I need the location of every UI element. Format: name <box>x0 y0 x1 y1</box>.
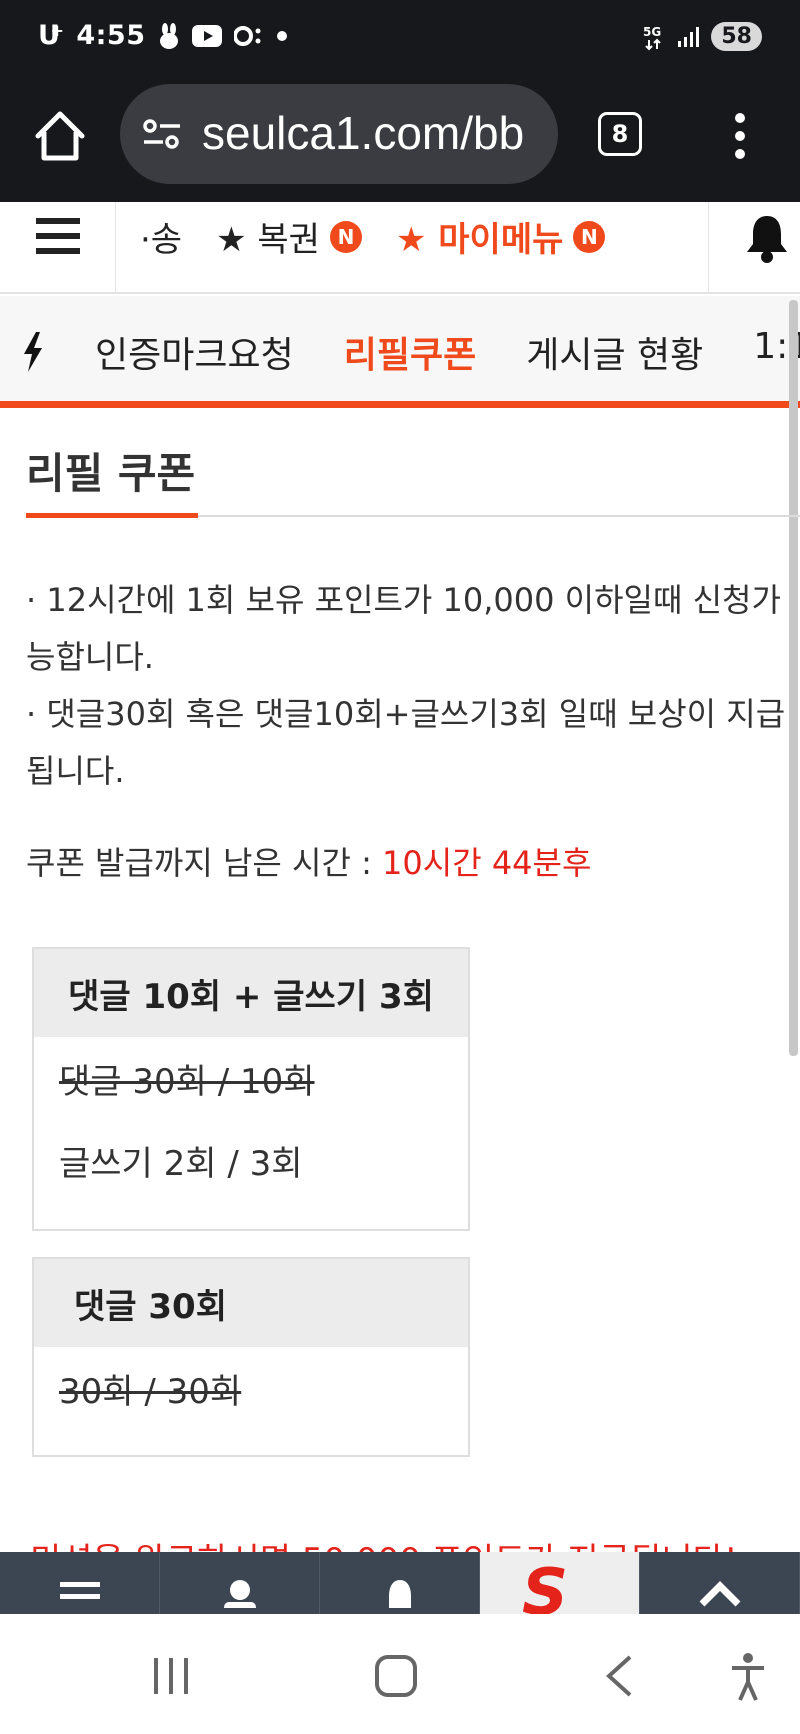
sub-tab-refill-coupon[interactable]: 리필쿠폰 <box>344 326 476 378</box>
chevron-up-icon <box>699 1581 740 1607</box>
coupon-rules: · 12시간에 1회 보유 포인트가 10,000 이하일때 신청가능합니다. … <box>26 572 786 800</box>
sub-nav-items: 인증마크요청 리필쿠폰 게시글 현황 1:1 <box>95 326 800 378</box>
site-bottom-bar: S <box>0 1552 800 1614</box>
bottom-profile-button[interactable] <box>160 1552 320 1614</box>
scroll-top-button[interactable] <box>640 1552 800 1614</box>
mission-card-comments-posts: 댓글 10회 + 글쓰기 3회 댓글 30회 / 10회 글쓰기 2회 / 3회 <box>32 947 470 1231</box>
system-nav-bar <box>0 1614 800 1734</box>
remaining-time: 쿠폰 발급까지 남은 시간 : 10시간 44분후 <box>26 838 591 884</box>
battery-indicator: 58 <box>711 22 762 51</box>
more-vert-icon <box>735 113 745 159</box>
mission-progress-comments: 30회 / 30회 <box>59 1371 242 1412</box>
new-badge: N <box>573 220 606 253</box>
nav-item-partial[interactable]: ·송 <box>140 212 182 261</box>
svg-text:5G: 5G <box>643 25 661 39</box>
mission-card-comments: 댓글 30회 30회 / 30회 <box>32 1257 470 1457</box>
sub-nav: 인증마크요청 리필쿠폰 게시글 현황 1:1 <box>0 296 800 408</box>
clock: 4:55 <box>76 20 146 51</box>
carrier-label: U+ <box>38 20 64 51</box>
hamburger-menu-button[interactable] <box>0 202 116 292</box>
new-badge: N <box>329 220 362 253</box>
carrier-sup: + <box>50 21 65 40</box>
dot-icon <box>276 30 287 41</box>
home-button[interactable] <box>30 106 90 166</box>
mission-progress-posts: 글쓰기 2회 / 3회 <box>59 1143 303 1184</box>
nav-item-lottery[interactable]: ★ 복권 N <box>216 212 362 261</box>
nav-item-label: ★ 복권 <box>216 220 320 260</box>
site-logo: S <box>522 1556 569 1614</box>
rabbit-icon <box>159 22 178 49</box>
title-accent-underline <box>26 513 198 518</box>
home-nav-icon[interactable] <box>374 1654 418 1698</box>
bell-icon <box>388 1580 411 1608</box>
address-bar[interactable]: seulca1.com/bb <box>120 84 558 184</box>
site-settings-icon[interactable] <box>142 118 182 150</box>
accessibility-icon[interactable] <box>728 1652 768 1702</box>
bottom-menu-button[interactable] <box>0 1552 160 1614</box>
recent-apps-icon[interactable] <box>152 1656 190 1696</box>
site-top-nav: ·송 ★ 복권 N ★ 마이메뉴 N <box>0 202 800 294</box>
site-logo-button[interactable]: S <box>480 1552 640 1614</box>
rule-text: · 12시간에 1회 보유 포인트가 10,000 이하일때 신청가능합니다. <box>26 581 781 676</box>
sub-tab-post-status[interactable]: 게시글 현황 <box>526 326 703 378</box>
status-bar: U+ 4:55 5G 58 <box>0 0 800 76</box>
sub-tab-cert-request[interactable]: 인증마크요청 <box>95 326 294 378</box>
bolt-icon <box>24 332 42 372</box>
back-icon[interactable] <box>604 1654 634 1698</box>
page-scrollbar[interactable] <box>789 300 798 1056</box>
tab-switcher-button[interactable]: 8 <box>598 112 642 156</box>
remaining-time-value: 10시간 44분후 <box>382 844 592 882</box>
nav-item-my-menu[interactable]: ★ 마이메뉴 N <box>395 212 606 261</box>
nav-item-label: ·송 <box>140 220 183 260</box>
app-notification-icon <box>233 25 261 46</box>
mission-progress-comments: 댓글 30회 / 10회 <box>59 1061 315 1102</box>
rule-text: · 댓글30회 혹은 댓글10회+글쓰기3회 일때 보상이 지급됩니다. <box>26 695 786 790</box>
network-5g-icon: 5G <box>643 25 662 50</box>
browser-toolbar: seulca1.com/bb 8 <box>0 76 800 202</box>
home-icon <box>35 111 85 161</box>
mission-card-title: 댓글 30회 <box>34 1259 468 1347</box>
nav-item-label: ★ 마이메뉴 <box>395 220 564 260</box>
signal-icon <box>678 26 700 47</box>
notification-button[interactable] <box>708 202 800 292</box>
bottom-notification-button[interactable] <box>320 1552 480 1614</box>
site-nav-items: ·송 ★ 복권 N ★ 마이메뉴 N <box>140 212 606 261</box>
mission-card-title: 댓글 10회 + 글쓰기 3회 <box>34 949 468 1037</box>
hamburger-icon <box>59 1582 100 1599</box>
bell-icon <box>747 216 787 263</box>
more-menu-button[interactable] <box>728 112 752 160</box>
user-icon <box>223 1580 256 1608</box>
remaining-time-label: 쿠폰 발급까지 남은 시간 : <box>26 844 383 882</box>
page-title: 리필 쿠폰 <box>26 449 196 498</box>
status-right: 5G 58 <box>641 22 762 51</box>
status-left: U+ 4:55 <box>38 20 288 51</box>
youtube-icon <box>191 24 222 47</box>
url-text[interactable]: seulca1.com/bb <box>202 106 524 160</box>
hamburger-icon <box>36 218 80 254</box>
